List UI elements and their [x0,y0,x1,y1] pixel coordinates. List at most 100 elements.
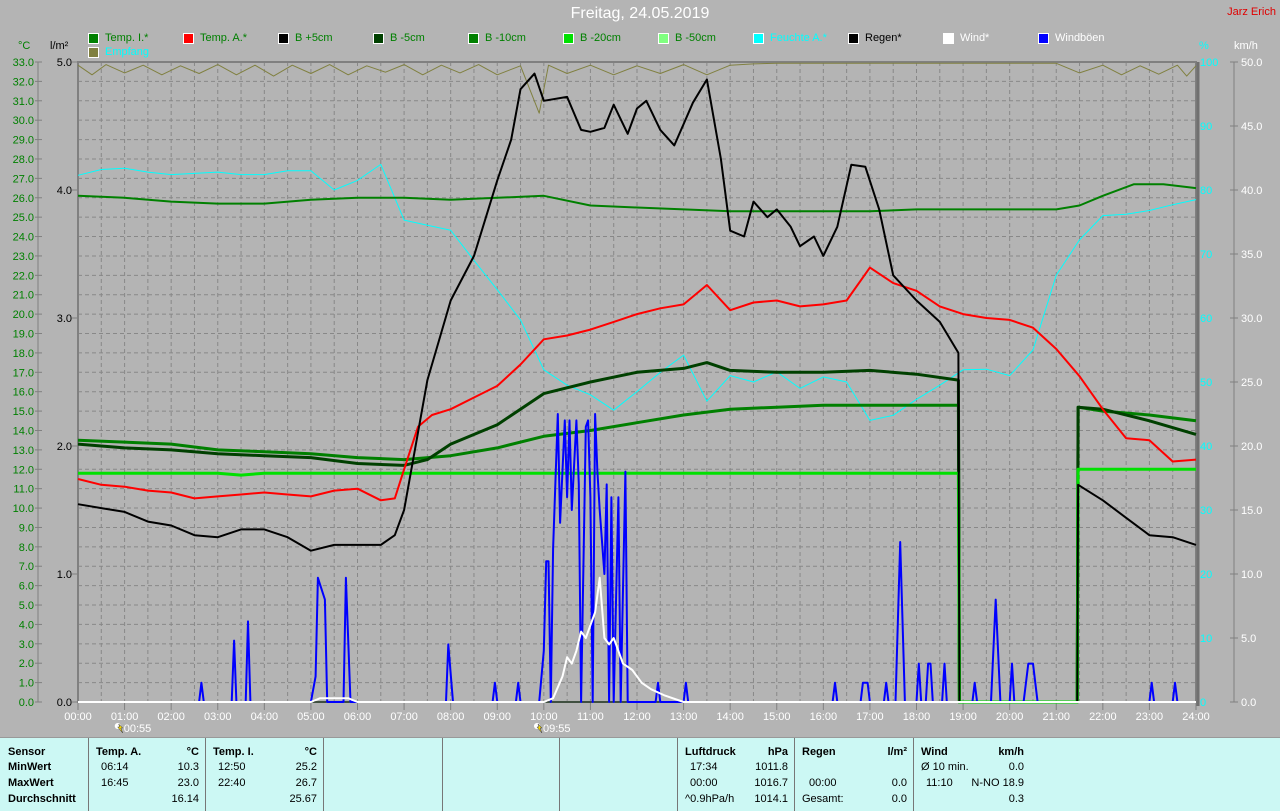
event-markers: 00:55 09:55 [114,723,571,735]
legend-item[interactable]: Windböen [1038,32,1105,44]
x-tick-label: 17:00 [856,711,884,723]
temp-tick-label: 12.0 [13,464,34,476]
temp-tick-label: 3.0 [19,639,34,651]
temp-tick-label: 20.0 [13,309,34,321]
legend-label: B -20cm [580,32,621,44]
marker-label: 09:55 [543,723,571,735]
temp-a-unit: °C [186,746,199,758]
rain-column: Regen l/m² 00:00 0.0 Gesamt: 0.0 [794,738,913,811]
legend-swatch [88,32,99,44]
legend-swatch [373,32,384,44]
temp-tick-label: 25.0 [13,212,34,224]
temp-a-header: Temp. A. [96,746,142,758]
rain-axis-label: l/m² [50,40,69,52]
x-tick-label: 22:00 [1089,711,1117,723]
temp-tick-label: 4.0 [19,619,34,631]
chart-title: Freitag, 24.05.2019 [570,5,710,22]
wind-tick-label: 35.0 [1241,249,1262,261]
humidity-tick-label: 10 [1200,633,1212,645]
rain-tick-label: 5.0 [57,57,72,69]
wind-avg: 0.0 [1008,761,1024,773]
temp-tick-label: 21.0 [13,290,34,302]
legend-swatch [848,32,859,44]
humidity-tick-label: 20 [1200,569,1212,581]
pressure-min: 1011.8 [755,761,788,773]
x-tick-label: 14:00 [716,711,744,723]
legend-item[interactable]: B -5cm [373,32,425,44]
temp-tick-label: 29.0 [13,135,34,147]
legend-swatch [658,32,669,44]
x-tick-label: 00:00 [64,711,92,723]
temp-tick-label: 22.0 [13,270,34,282]
humidity-tick-label: 50 [1200,377,1212,389]
pressure-unit: hPa [767,746,788,758]
temp-i-column: Temp. I. °C 12:50 25.2 22:40 26.7 25.67 [205,738,323,811]
humidity-tick-label: 30 [1200,505,1212,517]
x-tick-label: 24:00 [1182,711,1210,723]
temp-i-min-time: 12:50 [218,761,246,773]
legend-swatch [88,46,99,58]
empty-column [323,738,442,811]
temp-i-max: 26.7 [295,777,317,789]
rain-unit: l/m² [887,746,907,758]
temp-a-max-time: 16:45 [101,777,129,789]
pressure-min-time: 17:34 [690,761,718,773]
x-tick-label: 20:00 [996,711,1024,723]
legend-item[interactable]: Regen* [848,32,902,44]
legend-swatch [943,32,954,44]
legend-item[interactable]: Temp. A.* [183,32,247,44]
x-tick-label: 10:00 [530,711,558,723]
x-tick-label: 04:00 [251,711,279,723]
temp-i-header: Temp. I. [213,746,254,758]
sensor-column: Sensor MinWert MaxWert Durchschnitt [0,738,88,811]
legend-swatch [753,32,764,44]
legend-item[interactable]: Wind* [943,32,989,44]
x-tick-label: 01:00 [111,711,139,723]
legend-item[interactable]: B +5cm [278,32,333,44]
wind-tick-label: 45.0 [1241,121,1262,133]
legend-item[interactable]: Empfang [88,46,149,58]
x-tick-label: 13:00 [670,711,698,723]
humidity-tick-label: 60 [1200,313,1212,325]
rain-tick-label: 0.0 [57,697,72,709]
rain-max: 0.0 [891,777,907,789]
wind-tick-label: 30.0 [1241,313,1262,325]
x-tick-label: 19:00 [949,711,977,723]
temp-a-min: 10.3 [177,761,199,773]
wind-tick-label: 0.0 [1241,697,1256,709]
pressure-avg: 1014.1 [754,793,788,805]
temp-tick-label: 17.0 [13,367,34,379]
x-tick-label: 07:00 [390,711,418,723]
rain-total-label: Gesamt: [802,793,844,805]
wind-tick-label: 40.0 [1241,185,1262,197]
temp-tick-label: 8.0 [19,542,34,554]
sensor-header: Sensor [8,746,46,758]
series-lines [77,62,1197,704]
temp-tick-label: 10.0 [13,503,34,515]
temp-tick-label: 13.0 [13,445,34,457]
legend-item[interactable]: B -50cm [658,32,716,44]
wind-tick-label: 5.0 [1241,633,1256,645]
temp-i-avg: 25.67 [289,793,317,805]
legend-item[interactable]: Feuchte A.* [753,32,827,44]
rain-tick-label: 1.0 [57,569,72,581]
temp-tick-label: 18.0 [13,348,34,360]
temp-tick-label: 15.0 [13,406,34,418]
humidity-tick-label: 40 [1200,441,1212,453]
legend-item[interactable]: Temp. I.* [88,32,148,44]
humidity-tick-label: 80 [1200,185,1212,197]
temp-tick-label: 23.0 [13,251,34,263]
legend-item[interactable]: B -20cm [563,32,621,44]
wind-tick-label: 20.0 [1241,441,1262,453]
temp-tick-label: 14.0 [13,425,34,437]
temp-tick-label: 2.0 [19,658,34,670]
temp-a-column: Temp. A. °C 06:14 10.3 16:45 23.0 16.14 [88,738,205,811]
x-tick-label: 06:00 [344,711,372,723]
summary-table: Sensor MinWert MaxWert Durchschnitt Temp… [0,737,1280,811]
temp-a-avg: 16.14 [171,793,199,805]
temp-i-unit: °C [304,746,317,758]
x-tick-label: 08:00 [437,711,465,723]
temp-tick-label: 0.0 [19,697,34,709]
legend-item[interactable]: B -10cm [468,32,526,44]
x-tick-label: 05:00 [297,711,325,723]
